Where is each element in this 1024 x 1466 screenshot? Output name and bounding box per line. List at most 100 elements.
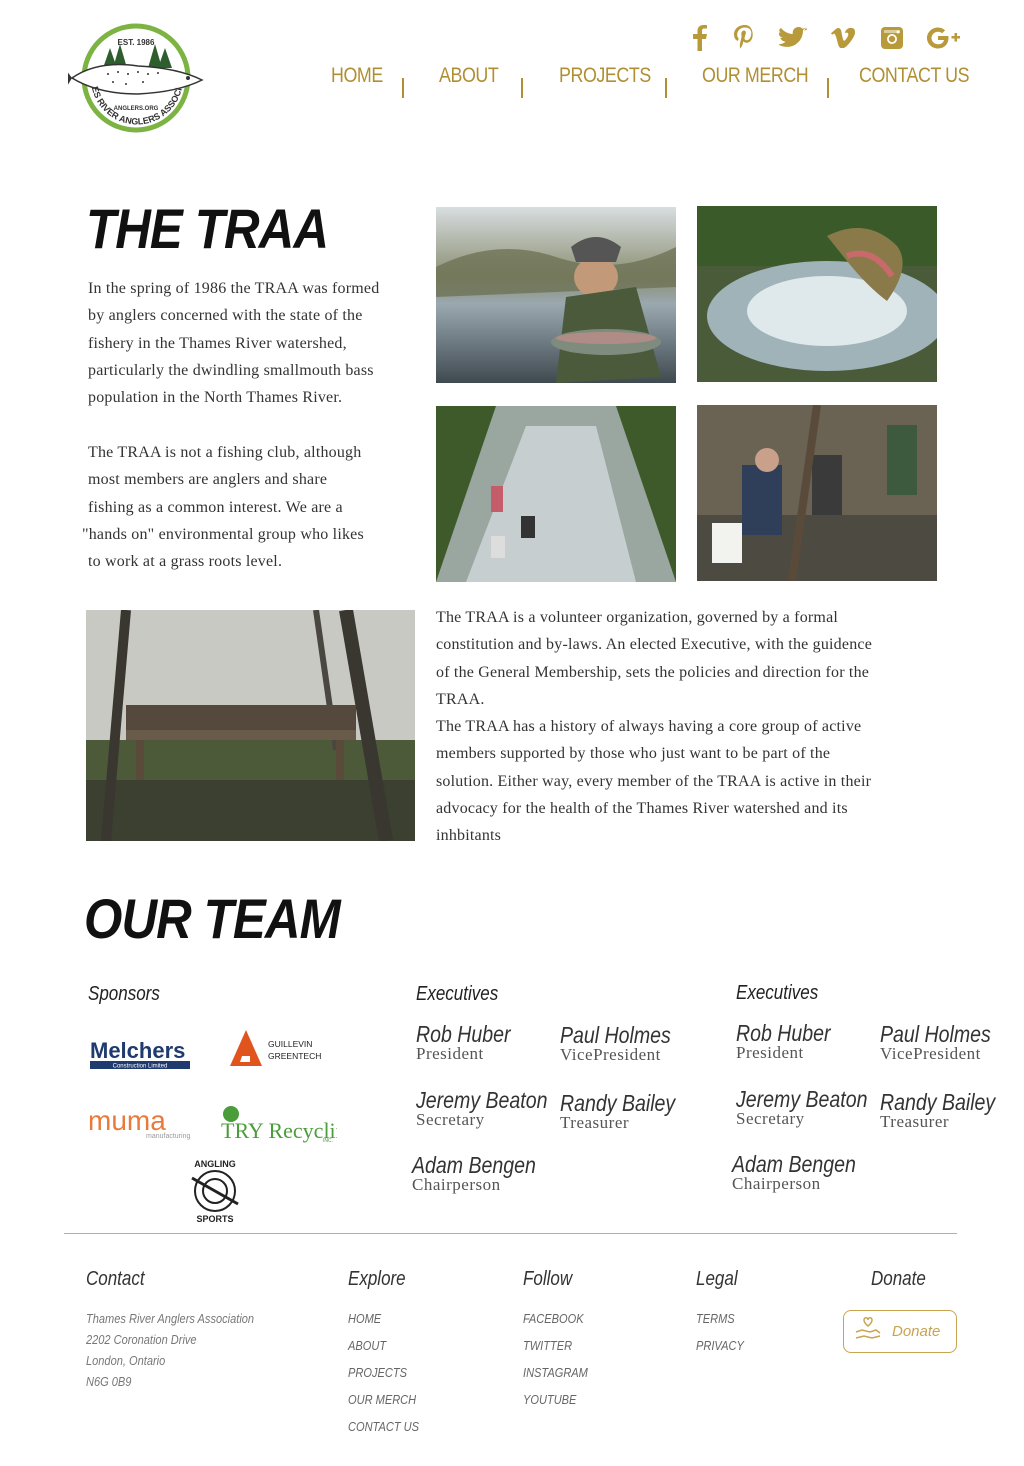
sponsor-sub: Construction Limited bbox=[113, 1064, 168, 1070]
team-member: Adam Bengen Chairperson bbox=[732, 1151, 878, 1194]
member-name: Adam Bengen bbox=[412, 1152, 536, 1178]
footer-legal-heading: Legal bbox=[696, 1268, 738, 1290]
nav-home[interactable]: HOME bbox=[331, 64, 383, 88]
logo-site: ANGLERS.ORG bbox=[114, 106, 159, 112]
footer-address-line: 2202 Coronation Drive bbox=[86, 1332, 197, 1347]
nav-contact-us[interactable]: CONTACT US bbox=[859, 64, 970, 88]
nav-about[interactable]: ABOUT bbox=[439, 64, 499, 88]
member-name: Randy Bailey bbox=[560, 1090, 676, 1116]
footer-explore-heading: Explore bbox=[348, 1268, 406, 1290]
about-paragraph-1: In the spring of 1986 the TRAA was forme… bbox=[88, 275, 423, 411]
nav-our-merch[interactable]: OUR MERCH bbox=[702, 64, 809, 88]
google-plus-icon[interactable] bbox=[925, 22, 963, 54]
footer-donate-heading: Donate bbox=[871, 1268, 926, 1290]
sponsors-heading: Sponsors bbox=[88, 983, 160, 1005]
footer-divider bbox=[64, 1233, 957, 1234]
facebook-icon[interactable] bbox=[688, 22, 712, 54]
text-line: solution. Either way, every member of th… bbox=[436, 772, 872, 790]
member-name: Paul Holmes bbox=[560, 1022, 671, 1048]
photo-group-on-bridge bbox=[86, 610, 415, 841]
footer-link-projects[interactable]: PROJECTS bbox=[348, 1365, 407, 1380]
logo-est: EST. 1986 bbox=[118, 38, 155, 47]
instagram-icon[interactable] bbox=[879, 22, 905, 54]
sponsor-logo-try-recycling[interactable]: TRY Recycling INC. bbox=[219, 1100, 337, 1148]
sponsor-name: TRY Recycling bbox=[221, 1118, 337, 1143]
member-name: Randy Bailey bbox=[880, 1089, 996, 1115]
donate-button[interactable]: Donate bbox=[843, 1310, 957, 1353]
sponsor-name: ANGLING bbox=[194, 1159, 236, 1169]
text-line: In the spring of 1986 the TRAA was forme… bbox=[88, 280, 380, 297]
team-member: Paul Holmes VicePresident bbox=[560, 1022, 690, 1065]
text-line: The TRAA is not a fishing club, although bbox=[88, 444, 362, 461]
donate-button-label: Donate bbox=[892, 1323, 941, 1340]
team-member: Jeremy Beaton Secretary bbox=[736, 1086, 891, 1129]
text-line: particularly the dwindling smallmouth ba… bbox=[88, 361, 374, 379]
footer-link-privacy[interactable]: PRIVACY bbox=[696, 1338, 744, 1353]
nav-separator bbox=[402, 78, 404, 98]
footer-link-contact-us[interactable]: CONTACT US bbox=[348, 1419, 419, 1434]
vimeo-icon[interactable] bbox=[829, 22, 857, 54]
footer-link-facebook[interactable]: FACEBOOK bbox=[523, 1311, 584, 1326]
hand-heart-icon bbox=[854, 1316, 882, 1347]
text-line: population in the North Thames River. bbox=[88, 389, 343, 407]
site-logo[interactable]: EST. 1986 ANGLERS.ORG THAMES RIVER ANGLE… bbox=[64, 10, 204, 144]
text-line: "hands on" environmental group who likes bbox=[82, 525, 364, 543]
text-line: constitution and by-laws. An elected Exe… bbox=[436, 636, 872, 654]
about-paragraph-3: The TRAA is a volunteer organization, go… bbox=[436, 604, 956, 850]
text-line: The TRAA has a history of always having … bbox=[436, 718, 862, 736]
footer-address-line: N6G 0B9 bbox=[86, 1374, 132, 1389]
text-line: fishery in the Thames River watershed, bbox=[88, 334, 347, 352]
text-line: of the General Membership, sets the poli… bbox=[436, 663, 870, 681]
team-title: OUR TEAM bbox=[84, 887, 341, 950]
text-line: most members are anglers and share bbox=[88, 471, 328, 489]
nav-separator bbox=[521, 78, 523, 98]
about-title: THE TRAA bbox=[86, 197, 329, 260]
pinterest-icon[interactable] bbox=[731, 22, 759, 54]
footer-contact-heading: Contact bbox=[86, 1268, 145, 1290]
text-line: advocacy for the health of the Thames Ri… bbox=[436, 800, 848, 818]
team-member: Randy Bailey Treasurer bbox=[880, 1089, 1016, 1132]
text-line: TRAA. bbox=[436, 690, 485, 708]
executives-heading: Executives bbox=[736, 982, 819, 1004]
sponsor-name: GUILLEVIN bbox=[268, 1039, 312, 1049]
nav-projects[interactable]: PROJECTS bbox=[559, 64, 651, 88]
sponsor-logo-muma[interactable]: muma manufacturing bbox=[88, 1106, 200, 1140]
sponsor-logo-melchers[interactable]: Melchers Construction Limited bbox=[88, 1036, 192, 1070]
photo-stream-sampling bbox=[436, 406, 676, 582]
executives-heading: Executives bbox=[416, 983, 499, 1005]
team-member: Jeremy Beaton Secretary bbox=[416, 1087, 571, 1130]
nav-separator bbox=[665, 78, 667, 98]
sponsor-sub: manufacturing bbox=[146, 1133, 190, 1140]
text-line: The TRAA is a volunteer organization, go… bbox=[436, 609, 839, 626]
footer-link-home[interactable]: HOME bbox=[348, 1311, 381, 1326]
member-name: Jeremy Beaton bbox=[736, 1086, 868, 1112]
team-member: Paul Holmes VicePresident bbox=[880, 1021, 1010, 1064]
footer-link-about[interactable]: ABOUT bbox=[348, 1338, 386, 1353]
twitter-icon[interactable] bbox=[777, 22, 809, 54]
footer-link-youtube[interactable]: YOUTUBE bbox=[523, 1392, 576, 1407]
sponsor-logo-angling-sports[interactable]: ANGLING SPORTS bbox=[182, 1158, 248, 1224]
text-line: by anglers concerned with the state of t… bbox=[88, 307, 363, 325]
nav-separator bbox=[827, 78, 829, 98]
photo-trout-jumping bbox=[697, 206, 937, 382]
footer-address-line: Thames River Anglers Association bbox=[86, 1311, 255, 1326]
photo-volunteers-netting bbox=[697, 405, 937, 581]
text-line: inhbitants bbox=[436, 827, 502, 845]
team-member: Rob Huber President bbox=[736, 1020, 847, 1063]
member-name: Jeremy Beaton bbox=[416, 1087, 548, 1113]
footer-link-our-merch[interactable]: OUR MERCH bbox=[348, 1392, 416, 1407]
text-line: fishing as a common interest. We are a bbox=[88, 498, 343, 516]
member-name: Adam Bengen bbox=[732, 1151, 856, 1177]
footer-link-twitter[interactable]: TWITTER bbox=[523, 1338, 572, 1353]
footer-link-instagram[interactable]: INSTAGRAM bbox=[523, 1365, 588, 1380]
team-member: Randy Bailey Treasurer bbox=[560, 1090, 696, 1133]
member-name: Rob Huber bbox=[416, 1021, 511, 1047]
member-name: Rob Huber bbox=[736, 1020, 831, 1046]
footer-follow-heading: Follow bbox=[523, 1268, 573, 1290]
sponsor-logo-guillevin[interactable]: GUILLEVIN GREENTECH bbox=[228, 1028, 340, 1070]
footer-address-line: London, Ontario bbox=[86, 1353, 166, 1368]
sponsor-sub: SPORTS bbox=[196, 1214, 233, 1224]
footer-link-terms[interactable]: TERMS bbox=[696, 1311, 735, 1326]
text-line: to work at a grass roots level. bbox=[88, 553, 283, 571]
text-line: members supported by those who just want… bbox=[436, 745, 831, 763]
